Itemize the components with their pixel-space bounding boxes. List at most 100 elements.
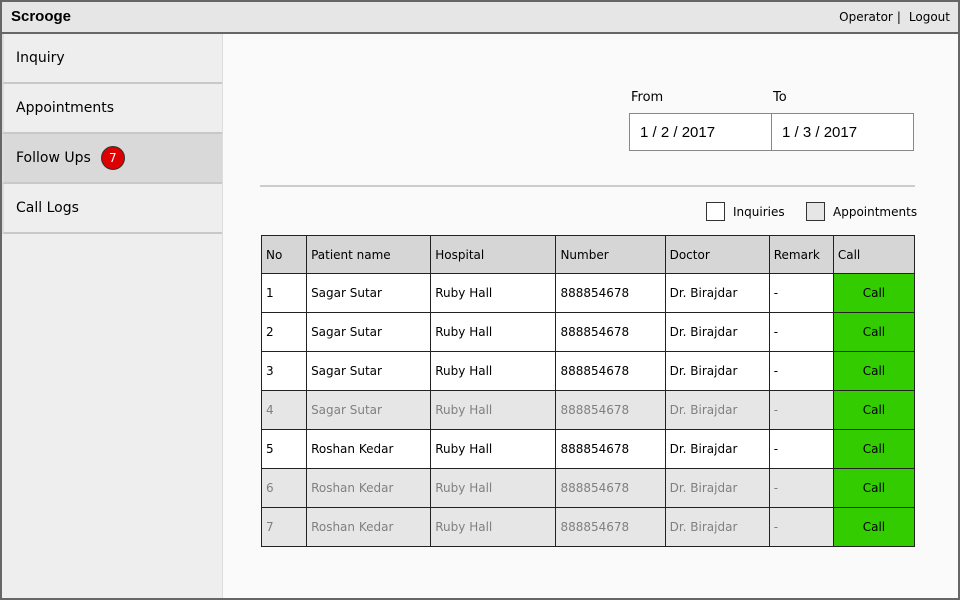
table-header-row: No Patient name Hospital Number Doctor R… (260, 235, 916, 274)
inquiries-label: Inquiries (733, 204, 785, 219)
cell-number: 888854678 (555, 312, 666, 352)
table-row: 1 Sagar Sutar Ruby Hall 888854678 Dr. Birajd… (260, 273, 916, 313)
cell-doctor: Dr. Birajdar (664, 468, 770, 508)
sidebar-item-label: Follow Ups (16, 150, 91, 166)
sidebar-item-call-logs[interactable]: Call Logs (2, 184, 222, 234)
cell-number: 888854678 (555, 273, 666, 313)
cell-remark: - (768, 507, 834, 547)
cell-patient-name: Roshan Kedar (306, 507, 432, 547)
cell-patient-name: Sagar Sutar (306, 312, 432, 352)
cell-no: 3 (260, 351, 308, 391)
cell-patient-name: Roshan Kedar (306, 468, 432, 508)
appointments-checkbox[interactable] (806, 202, 825, 221)
appointments-label: Appointments (833, 204, 918, 219)
cell-doctor: Dr. Birajdar (664, 390, 770, 430)
sidebar-item-inquiry[interactable]: Inquiry (2, 34, 222, 84)
cell-no: 6 (260, 468, 308, 508)
app-title: Scrooge (11, 8, 72, 25)
call-button[interactable]: Call (834, 274, 914, 312)
operator-label: Operator (839, 10, 893, 24)
main-content: From To 1 / 2 / 2017 1 / 3 / 2017 Inquir… (224, 36, 958, 598)
cell-doctor: Dr. Birajdar (664, 507, 770, 547)
header-separator: | (896, 10, 901, 24)
follow-ups-table: No Patient name Hospital Number Doctor R… (260, 235, 916, 547)
divider (260, 185, 915, 187)
call-button[interactable]: Call (834, 313, 914, 351)
cell-remark: - (768, 468, 834, 508)
sidebar-item-follow-ups[interactable]: Follow Ups 7 (2, 134, 222, 184)
cell-no: 7 (260, 507, 308, 547)
cell-number: 888854678 (555, 390, 666, 430)
cell-hospital: Ruby Hall (430, 429, 557, 469)
notification-badge: 7 (100, 146, 125, 170)
cell-number: 888854678 (555, 468, 666, 508)
header-bar: Scrooge Operator | Logout (2, 2, 958, 34)
cell-hospital: Ruby Hall (430, 507, 557, 547)
column-header-doctor: Doctor (664, 235, 770, 274)
table-row: 3 Sagar Sutar Ruby Hall 888854678 Dr. Birajd… (260, 351, 916, 391)
inquiries-checkbox[interactable] (706, 202, 725, 221)
from-date-input[interactable]: 1 / 2 / 2017 (629, 113, 772, 151)
cell-no: 2 (260, 312, 308, 352)
cell-number: 888854678 (555, 507, 666, 547)
cell-remark: - (768, 390, 834, 430)
cell-no: 1 (260, 273, 308, 313)
to-label: To (773, 90, 787, 105)
sidebar: Inquiry Appointments Follow Ups 7 Call L… (2, 34, 223, 598)
filter-appointments[interactable]: Appointments (806, 202, 917, 221)
sidebar-item-label: Appointments (16, 100, 115, 116)
cell-patient-name: Sagar Sutar (306, 351, 432, 391)
cell-hospital: Ruby Hall (430, 468, 557, 508)
call-button[interactable]: Call (834, 352, 914, 390)
call-cell: Call (832, 351, 916, 391)
call-cell: Call (832, 273, 916, 313)
cell-patient-name: Roshan Kedar (306, 429, 432, 469)
filter-inquiries[interactable]: Inquiries (706, 202, 785, 221)
call-button[interactable]: Call (834, 430, 914, 468)
call-cell: Call (832, 429, 916, 469)
cell-hospital: Ruby Hall (430, 273, 557, 313)
sidebar-item-appointments[interactable]: Appointments (2, 84, 222, 134)
cell-no: 5 (260, 429, 308, 469)
cell-patient-name: Sagar Sutar (306, 390, 432, 430)
call-cell: Call (832, 312, 916, 352)
cell-hospital: Ruby Hall (430, 312, 557, 352)
call-button[interactable]: Call (834, 391, 914, 429)
cell-number: 888854678 (555, 351, 666, 391)
column-header-no: No (260, 235, 308, 274)
table-row: 7 Roshan Kedar Ruby Hall 888854678 Dr. Biraj… (260, 507, 916, 547)
cell-doctor: Dr. Birajdar (664, 351, 770, 391)
column-header-call: Call (832, 235, 916, 274)
table-row: 2 Sagar Sutar Ruby Hall 888854678 Dr. Birajd… (260, 312, 916, 352)
column-header-remark: Remark (768, 235, 834, 274)
call-cell: Call (832, 390, 916, 430)
logout-link[interactable]: Logout (909, 10, 950, 24)
cell-remark: - (768, 312, 834, 352)
column-header-patient-name: Patient name (306, 235, 432, 274)
cell-patient-name: Sagar Sutar (306, 273, 432, 313)
cell-remark: - (768, 273, 834, 313)
cell-doctor: Dr. Birajdar (664, 312, 770, 352)
call-button[interactable]: Call (834, 469, 914, 507)
app-window: Scrooge Operator | Logout Inquiry Appointm… (0, 0, 960, 600)
cell-remark: - (768, 429, 834, 469)
table-row: 6 Roshan Kedar Ruby Hall 888854678 Dr. Biraj… (260, 468, 916, 508)
table-row: 5 Roshan Kedar Ruby Hall 888854678 Dr. Biraj… (260, 429, 916, 469)
column-header-number: Number (555, 235, 666, 274)
cell-no: 4 (260, 390, 308, 430)
call-cell: Call (832, 468, 916, 508)
table-row: 4 Sagar Sutar Ruby Hall 888854678 Dr. Birajd… (260, 390, 916, 430)
header-links: Operator | Logout (839, 10, 950, 24)
cell-number: 888854678 (555, 429, 666, 469)
cell-doctor: Dr. Birajdar (664, 429, 770, 469)
cell-remark: - (768, 351, 834, 391)
call-button[interactable]: Call (834, 508, 914, 546)
call-cell: Call (832, 507, 916, 547)
sidebar-item-label: Inquiry (16, 50, 65, 66)
cell-doctor: Dr. Birajdar (664, 273, 770, 313)
column-header-hospital: Hospital (430, 235, 557, 274)
to-date-input[interactable]: 1 / 3 / 2017 (771, 113, 914, 151)
cell-hospital: Ruby Hall (430, 390, 557, 430)
from-label: From (631, 90, 664, 105)
cell-hospital: Ruby Hall (430, 351, 557, 391)
